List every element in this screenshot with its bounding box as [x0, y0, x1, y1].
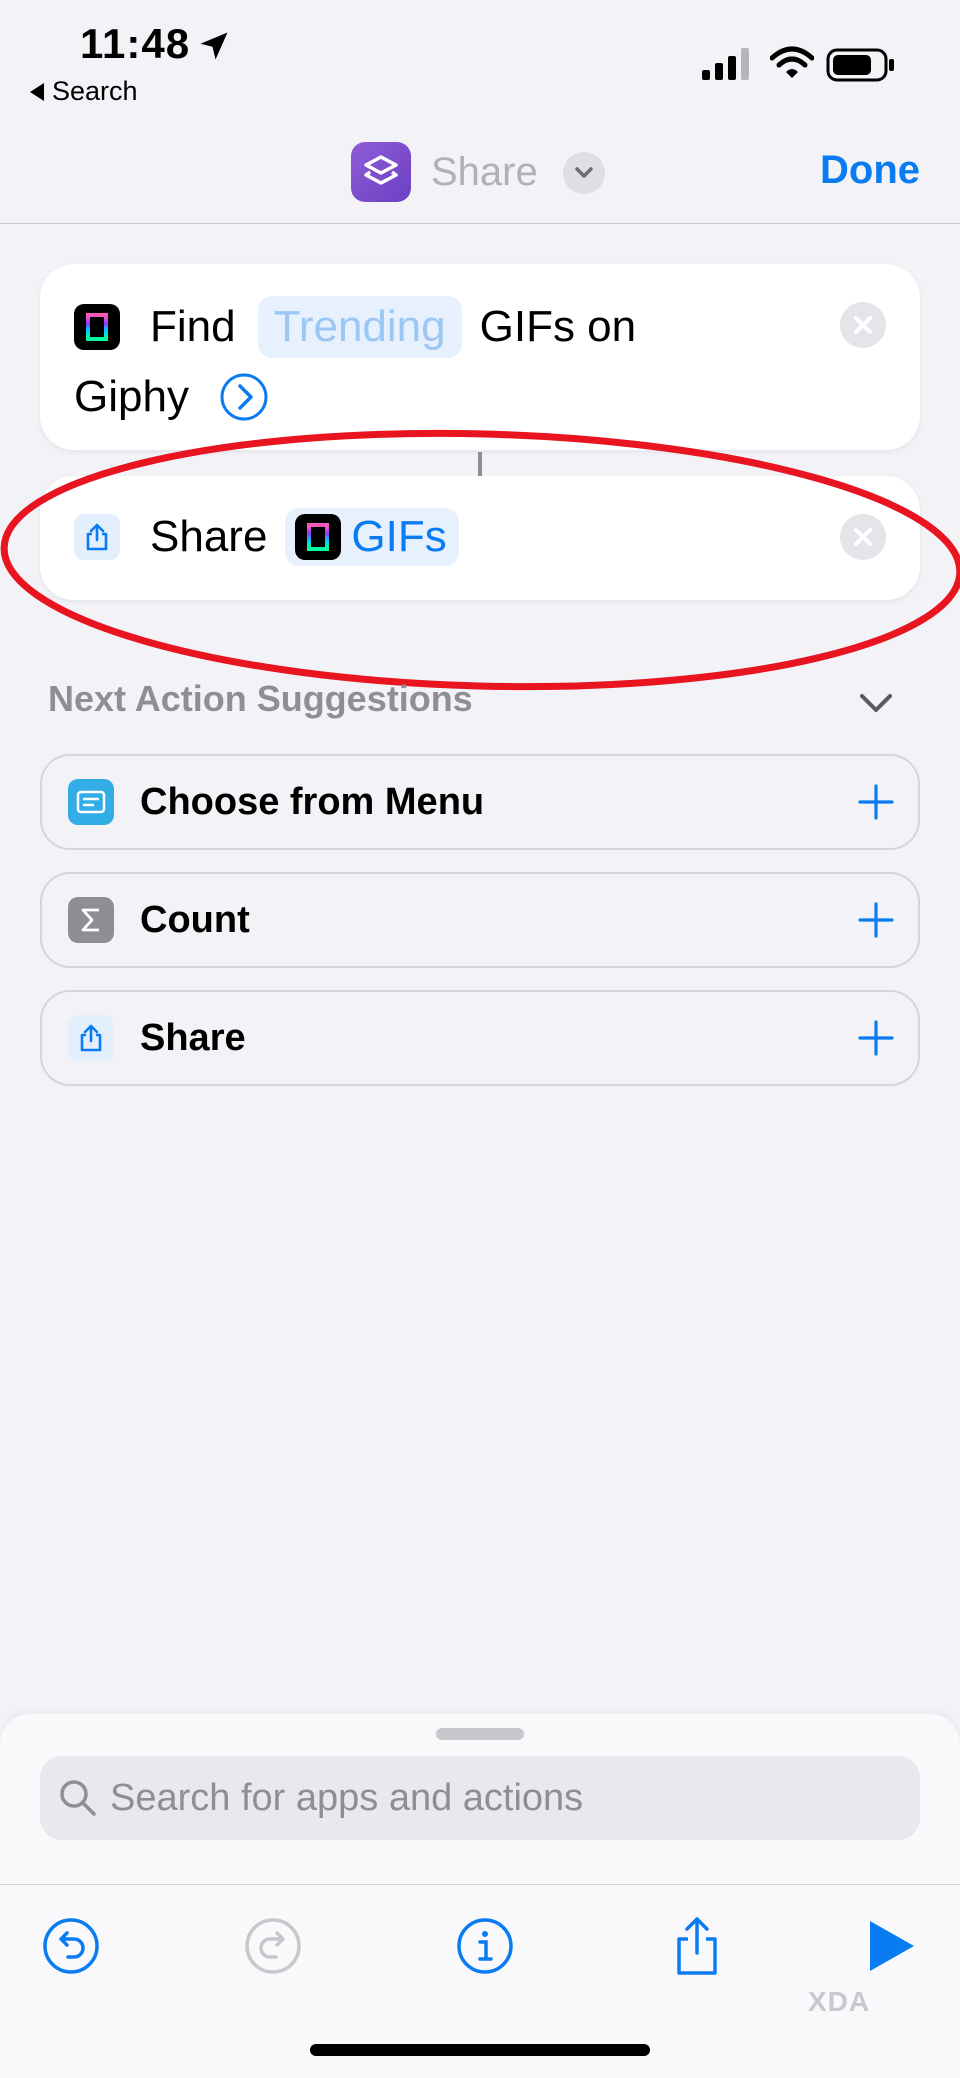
add-icon[interactable] [856, 782, 896, 822]
giphy-icon [74, 304, 120, 350]
share-icon[interactable] [666, 1915, 728, 1977]
layers-icon [364, 155, 398, 185]
run-play-icon[interactable] [860, 1915, 922, 1977]
action-search-sheet [0, 1714, 960, 1884]
info-icon[interactable] [454, 1915, 516, 1977]
done-button[interactable]: Done [820, 148, 920, 193]
remove-action-button[interactable] [840, 514, 886, 560]
back-label: Search [52, 76, 138, 106]
shortcuts-app-icon[interactable] [351, 142, 411, 202]
back-to-search[interactable]: Search [30, 76, 138, 107]
location-arrow-icon [200, 32, 228, 60]
battery-icon [826, 48, 894, 82]
menu-icon [68, 779, 114, 825]
suggestions-header: Next Action Suggestions [48, 678, 473, 719]
xda-watermark: XDA [808, 1986, 871, 2017]
share-icon [68, 1015, 114, 1061]
add-icon[interactable] [856, 1018, 896, 1058]
chevron-down-icon [575, 167, 593, 178]
cellular-signal-icon [702, 48, 749, 80]
suggestion-label: Share [140, 1016, 246, 1059]
search-input[interactable] [110, 1768, 890, 1828]
action-find-gifs[interactable]: Find Trending GIFs on Giphy [40, 264, 920, 450]
giphy-label: Giphy [74, 372, 189, 421]
action-text: GIFs on [479, 302, 637, 351]
action-share-gifs[interactable]: Share GIFs [40, 476, 920, 600]
add-icon[interactable] [856, 900, 896, 940]
status-time: 11:48 [80, 20, 191, 67]
action-find-line1: Find Trending GIFs on [74, 296, 636, 358]
suggestion-count[interactable]: Count [40, 872, 920, 968]
suggestion-choose-from-menu[interactable]: Choose from Menu [40, 754, 920, 850]
shortcut-title[interactable]: Share [431, 150, 538, 195]
suggestion-label: Count [140, 898, 250, 941]
title-menu-button[interactable] [563, 152, 605, 194]
back-arrow-icon [30, 82, 44, 101]
nav-bar: Share Done [0, 120, 960, 224]
wifi-icon [770, 46, 814, 78]
action-verb: Find [150, 302, 236, 351]
trending-token[interactable]: Trending [257, 296, 462, 358]
remove-action-button[interactable] [840, 302, 886, 348]
suggestion-label: Choose from Menu [140, 780, 485, 823]
undo-icon[interactable] [40, 1915, 102, 1977]
suggestion-share[interactable]: Share [40, 990, 920, 1086]
sigma-icon [68, 897, 114, 943]
status-bar: 11:48 Search [0, 0, 960, 120]
gifs-token[interactable]: GIFs [285, 508, 459, 566]
search-icon [60, 1780, 96, 1816]
action-share-line: Share GIFs [74, 508, 459, 566]
gifs-token-label: GIFs [351, 512, 447, 561]
sheet-grabber[interactable] [436, 1728, 524, 1740]
action-verb: Share [150, 512, 268, 561]
chevron-right-circle-icon[interactable] [219, 372, 269, 422]
action-find-line2: Giphy [74, 372, 269, 422]
home-indicator [310, 2044, 650, 2056]
share-action-icon [74, 514, 120, 560]
redo-icon [245, 1918, 301, 1974]
action-connector [478, 452, 482, 476]
close-icon [854, 316, 872, 334]
collapse-chevron-icon[interactable] [856, 684, 896, 724]
giphy-icon [295, 514, 342, 560]
search-bar[interactable] [40, 1756, 920, 1840]
close-icon [854, 528, 872, 546]
